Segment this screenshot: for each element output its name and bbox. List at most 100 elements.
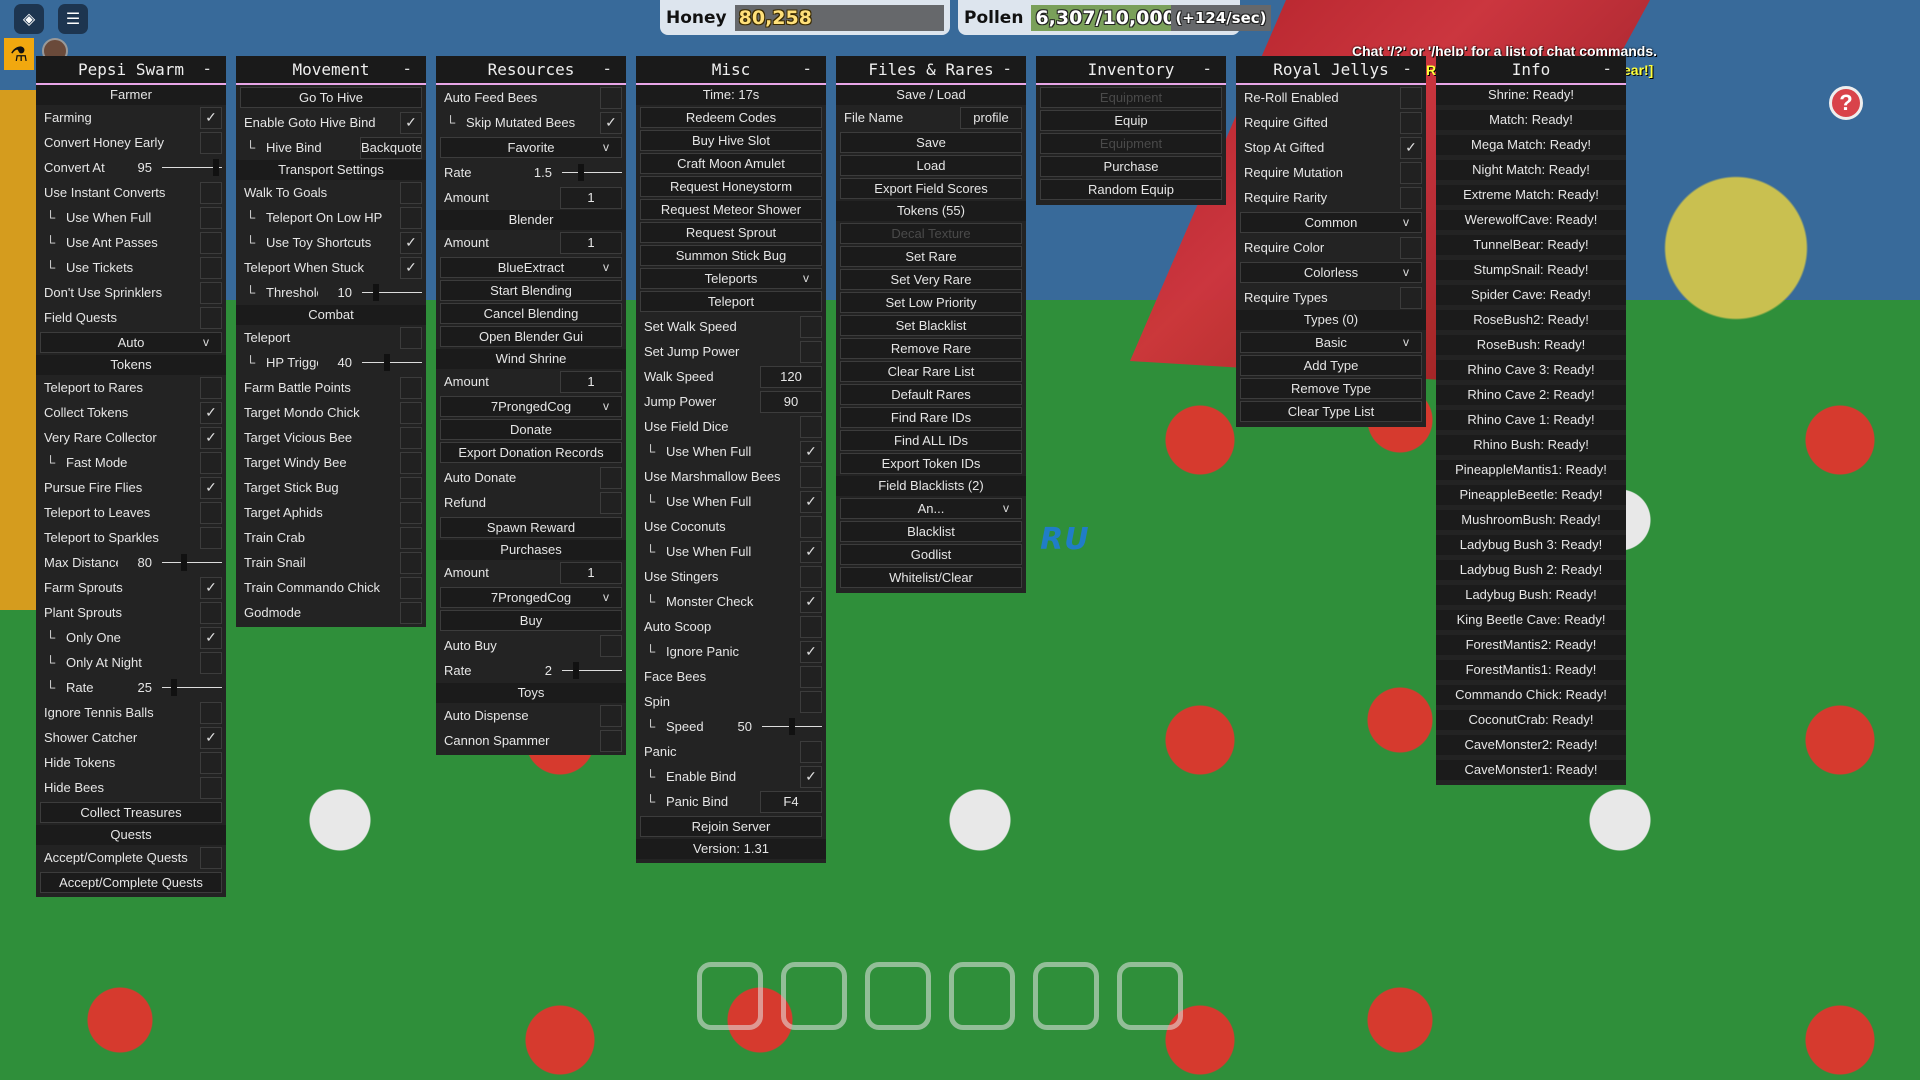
- slider-handle[interactable]: [213, 159, 219, 176]
- checkbox[interactable]: [400, 551, 422, 574]
- start-blending-button[interactable]: Start Blending: [440, 280, 622, 301]
- toggle-plant-sprouts[interactable]: Plant Sprouts: [36, 600, 226, 625]
- checkbox[interactable]: [200, 306, 222, 329]
- equipment-input[interactable]: Equipment: [1040, 87, 1222, 108]
- checkbox[interactable]: [600, 704, 622, 727]
- hotbar-slot[interactable]: [1033, 962, 1099, 1030]
- toggle-require-color[interactable]: Require Color: [1236, 235, 1426, 260]
- toggle-battle-points[interactable]: Farm Battle Points: [236, 375, 426, 400]
- slider-handle[interactable]: [573, 662, 579, 679]
- checkbox[interactable]: [200, 651, 222, 674]
- redeem-codes-button[interactable]: Redeem Codes: [640, 107, 822, 128]
- minimize-button[interactable]: -: [1602, 59, 1612, 78]
- set-rare-button[interactable]: Set Rare: [840, 246, 1022, 267]
- checkbox[interactable]: [1400, 236, 1422, 259]
- slider[interactable]: 40: [318, 354, 422, 371]
- toggle-enable-bind[interactable]: Enable Bind ✓: [636, 764, 826, 789]
- checkbox[interactable]: [800, 415, 822, 438]
- find-all-ids-button[interactable]: Find ALL IDs: [840, 430, 1022, 451]
- blender-dropdown[interactable]: BlueExtract v: [440, 257, 622, 278]
- checkbox[interactable]: [200, 451, 222, 474]
- slider[interactable]: 50: [718, 718, 822, 735]
- toggle-only-night[interactable]: Only At Night: [36, 650, 226, 675]
- toggle-stop-gifted[interactable]: Stop At Gifted ✓: [1236, 135, 1426, 160]
- toggle-coco-full[interactable]: Use When Full ✓: [636, 539, 826, 564]
- toggle-stingers[interactable]: Use Stingers: [636, 564, 826, 589]
- toggle-marsh-full[interactable]: Use When Full ✓: [636, 489, 826, 514]
- toggle-tp-sparkles[interactable]: Teleport to Sparkles: [36, 525, 226, 550]
- panel-header[interactable]: Resources -: [436, 56, 626, 85]
- checkbox[interactable]: ✓: [200, 476, 222, 499]
- checkbox[interactable]: ✓: [400, 111, 422, 134]
- toggle-ignore-panic[interactable]: Ignore Panic ✓: [636, 639, 826, 664]
- decal-texture-input[interactable]: Decal Texture: [840, 223, 1022, 244]
- checkbox[interactable]: ✓: [600, 111, 622, 134]
- hotbar-slot[interactable]: [781, 962, 847, 1030]
- export-field-scores-button[interactable]: Export Field Scores: [840, 178, 1022, 199]
- checkbox[interactable]: [200, 751, 222, 774]
- load-button[interactable]: Load: [840, 155, 1022, 176]
- checkbox[interactable]: [200, 776, 222, 799]
- toggle-vicious[interactable]: Target Vicious Bee: [236, 425, 426, 450]
- checkbox[interactable]: [400, 401, 422, 424]
- default-rares-button[interactable]: Default Rares: [840, 384, 1022, 405]
- toggle-field-quests[interactable]: Field Quests: [36, 305, 226, 330]
- toggle-very-rare[interactable]: Very Rare Collector ✓: [36, 425, 226, 450]
- toggle-shower[interactable]: Shower Catcher ✓: [36, 725, 226, 750]
- minimize-button[interactable]: -: [602, 59, 612, 78]
- toggle-require-gifted[interactable]: Require Gifted: [1236, 110, 1426, 135]
- set-blacklist-button[interactable]: Set Blacklist: [840, 315, 1022, 336]
- slider[interactable]: 10: [318, 284, 422, 301]
- checkbox[interactable]: [600, 634, 622, 657]
- checkbox[interactable]: [400, 501, 422, 524]
- toggle-fast-mode[interactable]: Fast Mode: [36, 450, 226, 475]
- toggle-quests[interactable]: Accept/Complete Quests: [36, 845, 226, 870]
- remove-type-button[interactable]: Remove Type: [1240, 378, 1422, 399]
- checkbox[interactable]: [600, 491, 622, 514]
- checkbox[interactable]: [1400, 86, 1422, 109]
- toggle-tp-rares[interactable]: Teleport to Rares: [36, 375, 226, 400]
- go-to-hive-button[interactable]: Go To Hive: [240, 87, 422, 108]
- toggle-require-mutation[interactable]: Require Mutation: [1236, 160, 1426, 185]
- add-type-button[interactable]: Add Type: [1240, 355, 1422, 376]
- request-honeystorm-button[interactable]: Request Honeystorm: [640, 176, 822, 197]
- checkbox[interactable]: ✓: [800, 490, 822, 513]
- slider[interactable]: 95: [118, 159, 222, 176]
- slider-handle[interactable]: [171, 679, 177, 696]
- checkbox[interactable]: [200, 131, 222, 154]
- purchase-button[interactable]: Purchase: [1040, 156, 1222, 177]
- toggle-refund[interactable]: Refund: [436, 490, 626, 515]
- checkbox[interactable]: [400, 601, 422, 624]
- checkbox[interactable]: [200, 501, 222, 524]
- checkbox[interactable]: [400, 376, 422, 399]
- checkbox[interactable]: ✓: [200, 426, 222, 449]
- blacklist-button[interactable]: Blacklist: [840, 521, 1022, 542]
- toggle-field-dice[interactable]: Use Field Dice: [636, 414, 826, 439]
- checkbox[interactable]: [200, 231, 222, 254]
- hotbar-slot[interactable]: [1117, 962, 1183, 1030]
- toggle-aphids[interactable]: Target Aphids: [236, 500, 426, 525]
- text-input[interactable]: 1: [560, 231, 622, 254]
- checkbox[interactable]: [1400, 186, 1422, 209]
- clear-rare-list-button[interactable]: Clear Rare List: [840, 361, 1022, 382]
- toggle-tp-stuck[interactable]: Teleport When Stuck ✓: [236, 255, 426, 280]
- request-meteor-button[interactable]: Request Meteor Shower: [640, 199, 822, 220]
- slider-handle[interactable]: [384, 354, 390, 371]
- text-input[interactable]: 120: [760, 365, 822, 388]
- craft-moon-amulet-button[interactable]: Craft Moon Amulet: [640, 153, 822, 174]
- checkbox[interactable]: [800, 315, 822, 338]
- text-input[interactable]: 1: [560, 561, 622, 584]
- clear-type-list-button[interactable]: Clear Type List: [1240, 401, 1422, 422]
- toggle-windy[interactable]: Target Windy Bee: [236, 450, 426, 475]
- slider-track[interactable]: [162, 554, 222, 571]
- panel-header[interactable]: Misc -: [636, 56, 826, 85]
- toggle-marshmallow[interactable]: Use Marshmallow Bees: [636, 464, 826, 489]
- checkbox[interactable]: [800, 740, 822, 763]
- checkbox[interactable]: [200, 846, 222, 869]
- checkbox[interactable]: [800, 565, 822, 588]
- toggle-require-rarity[interactable]: Require Rarity: [1236, 185, 1426, 210]
- toggle-require-types[interactable]: Require Types: [1236, 285, 1426, 310]
- checkbox[interactable]: [200, 526, 222, 549]
- request-sprout-button[interactable]: Request Sprout: [640, 222, 822, 243]
- toggle-hide-bees[interactable]: Hide Bees: [36, 775, 226, 800]
